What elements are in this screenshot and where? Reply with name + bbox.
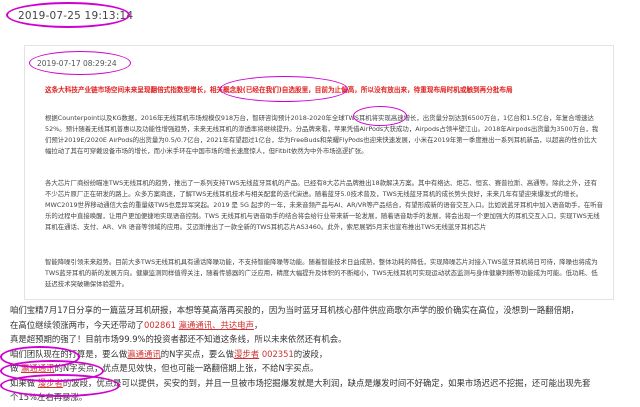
bottom-line-6: 如果做 漫步者的波段，优点是可以提供，买安的到，并且一旦被市场挖掘爆发就是大利润… xyxy=(10,376,632,391)
bottom-line-1: 咱们宝精7月17日分享的一篇蓝牙耳机研报，本想等莫高落再买股的，因为当时蓝牙耳机… xyxy=(10,305,579,315)
card-paragraph-market: 根据Counterpoint以及KG数据，2016年无线耳机市场规模仅918万台… xyxy=(45,114,599,155)
bottom-line-4-text-b: 的N字买点，要么做 xyxy=(160,348,235,359)
stock-code-002351[interactable]: 002351 xyxy=(262,349,294,359)
bottom-line-5-text-b: 的N字买点，优点是见效快，但也可能一路翻倍期上张，不给N字买点。 xyxy=(54,363,319,373)
bottom-line-5-text-a: 做 xyxy=(10,363,19,373)
bottom-line-6-text-b: 的波段，优点是可以提供，买安的到，并且一旦被市场挖掘爆发就是大利润，缺点是爆发时… xyxy=(62,377,591,388)
bottom-line-2-text: 在高位继续领涨两市，今天还带动了 xyxy=(10,319,144,330)
bottom-line-2-comma: ， xyxy=(254,319,263,330)
stock-names-link[interactable]: 瀛通通讯、共达电声 xyxy=(179,320,254,330)
screenshot-card: 2019-07-17 08:29:24 这条大科技产业链市场空间未来呈现翻倍式指… xyxy=(24,45,614,300)
bottom-commentary: 咱们宝精7月17日分享的一篇蓝牙耳机研报，本想等莫高落再买股的，因为当时蓝牙耳机… xyxy=(10,303,632,405)
bottom-line-2: 在高位继续领涨两市，今天还带动了002861 瀛通通讯、共达电声， xyxy=(10,318,632,333)
bottom-line-5: 做 瀛通通讯的N字买点，优点是见效快，但也可能一路翻倍期上张，不给N字买点。 xyxy=(10,361,632,376)
card-paragraph-noise-cancel: 智能降噪引领未来趋势。目前大多TWS无线耳机具有通话降噪功能，不支持智能降噪等功… xyxy=(45,258,598,288)
stock-link-yingtong[interactable]: 瀛通通讯 xyxy=(127,349,161,359)
card-paragraph-chip-vendors: 各大芯片厂商纷纷瞄准TWS无线耳机的趋势，推出了一系列支持TWS无线蓝牙耳机的产… xyxy=(45,179,603,231)
card-timestamp: 2019-07-17 08:29:24 xyxy=(37,59,117,68)
bottom-line-4-text-c: 的波段， xyxy=(293,348,328,359)
card-headline: 这条大科技产业链市场空间未来呈现翻倍式指数型增长，相关概念股(已经在我们)自选股… xyxy=(45,86,513,94)
bottom-line-4-text-a: 咱们团队现在的打算是，要么做 xyxy=(10,348,128,359)
stock-link-manbuzhe-2[interactable]: 漫步者 xyxy=(38,378,63,388)
stock-link-yingtong-2[interactable]: 瀛通通讯 xyxy=(21,363,55,373)
bottom-line-4: 咱们团队现在的打算是，要么做瀛通通讯的N字买点，要么做漫步者 002351的波段… xyxy=(10,347,632,362)
bottom-line-6-text-a: 如果做 xyxy=(10,377,36,388)
bottom-line-3: 真是超预期的强了！目前市场99.9%的投资者都还不知道这条线，所以未来依然还有机… xyxy=(10,334,347,344)
bottom-line-7: 个15%左右再暴涨。 xyxy=(10,392,88,402)
outer-timestamp: 2019-07-25 19:13:14 xyxy=(18,10,134,22)
stock-link-manbuzhe[interactable]: 漫步者 xyxy=(234,349,259,359)
stock-code-002861[interactable]: 002861 xyxy=(144,320,176,330)
